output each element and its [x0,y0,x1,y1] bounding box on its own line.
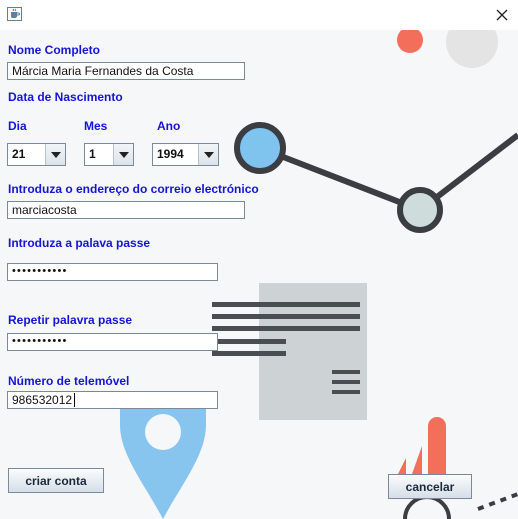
day-label: Dia [8,119,27,133]
repeat-password-label: Repetir palavra passe [8,313,133,327]
chevron-down-icon[interactable] [113,144,133,165]
title-bar [0,0,518,30]
email-field[interactable]: marciacosta [7,201,245,219]
password-field[interactable]: ••••••••••• [7,263,218,281]
month-select[interactable]: 1 [84,143,134,166]
create-account-button[interactable]: criar conta [8,468,104,493]
java-cup-icon [7,7,22,21]
phone-label: Número de telemóvel [8,374,130,388]
month-label: Mes [84,119,108,133]
chevron-down-icon[interactable] [45,144,65,165]
repeat-password-field[interactable]: ••••••••••• [7,333,218,351]
close-button[interactable] [490,4,514,26]
text-cursor [74,393,75,407]
close-icon [496,9,508,21]
cancel-button[interactable]: cancelar [388,474,472,499]
year-value: 1994 [157,147,184,161]
year-select[interactable]: 1994 [152,143,219,166]
phone-field[interactable]: 986532012 [7,391,218,409]
year-label: Ano [157,119,181,133]
email-label: Introduza o endereço do correio electrón… [8,182,259,196]
password-label: Introduza a palava passe [8,236,151,250]
full-name-field[interactable]: Márcia Maria Fernandes da Costa [7,62,245,80]
chevron-down-icon[interactable] [198,144,218,165]
day-select[interactable]: 21 [7,143,66,166]
birth-date-label: Data de Nascimento [8,90,123,104]
month-value: 1 [89,147,96,161]
full-name-label: Nome Completo [8,43,101,57]
day-value: 21 [12,147,26,161]
